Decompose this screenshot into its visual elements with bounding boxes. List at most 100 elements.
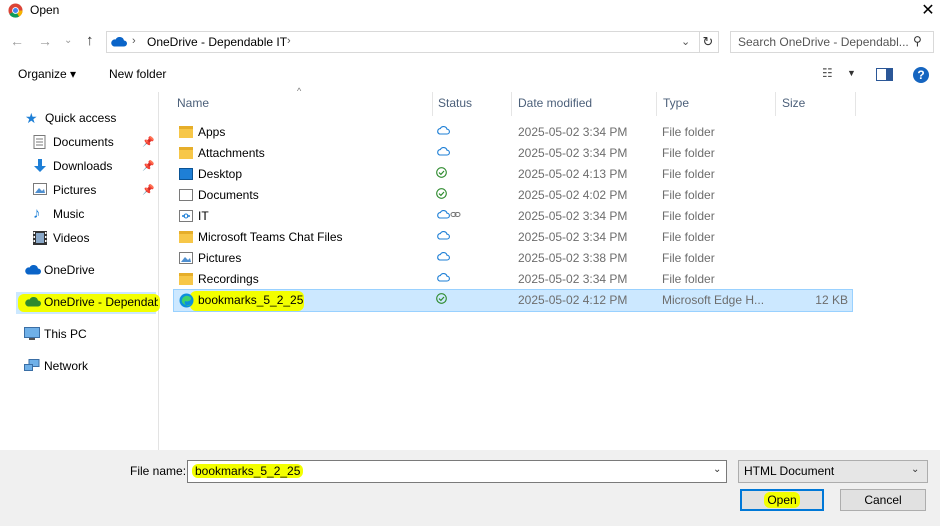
file-type: File folder xyxy=(662,167,715,181)
file-type: File folder xyxy=(662,209,715,223)
column-header-status[interactable]: Status xyxy=(438,96,472,110)
open-button[interactable]: Open xyxy=(740,489,824,511)
cloud-status-icon xyxy=(436,125,450,135)
file-row-pictures[interactable]: Pictures 2025-05-02 3:38 PM File folder xyxy=(174,248,852,269)
new-folder-button[interactable]: New folder xyxy=(109,67,166,81)
file-type-select[interactable]: HTML Document ⌄ xyxy=(738,460,928,483)
breadcrumb-onedrive-dependable-it[interactable]: OneDrive - Dependable IT xyxy=(147,35,287,49)
column-header-name[interactable]: Name xyxy=(177,96,209,110)
help-icon[interactable]: ? xyxy=(913,67,929,83)
sidebar-item-label: Network xyxy=(44,359,89,373)
organize-button[interactable]: Organize ▾ xyxy=(18,67,76,81)
column-divider[interactable] xyxy=(775,92,776,116)
file-row-microsoft-teams-chat-files[interactable]: Microsoft Teams Chat Files 2025-05-02 3:… xyxy=(174,227,852,248)
file-type-value: HTML Document xyxy=(744,464,835,478)
pictures-icon xyxy=(33,183,47,197)
search-input[interactable]: Search OneDrive - Dependabl... ⚲ xyxy=(730,31,934,53)
file-row-it[interactable]: IT 2025-05-02 3:34 PM File folder xyxy=(174,206,852,227)
window-title: Open xyxy=(30,3,60,17)
refresh-icon: ↻ xyxy=(702,34,714,49)
sort-ascending-icon: ^ xyxy=(297,86,302,96)
close-button[interactable]: ✕ xyxy=(918,0,938,20)
breadcrumb-chevron-icon[interactable]: › xyxy=(287,35,291,47)
file-name: Microsoft Teams Chat Files xyxy=(198,230,343,244)
file-row-apps[interactable]: Apps 2025-05-02 3:34 PM File folder xyxy=(174,122,852,143)
pictures-folder-icon xyxy=(179,252,193,264)
file-name-input[interactable]: bookmarks_5_2_25 ⌄ xyxy=(187,460,727,483)
folder-icon xyxy=(179,126,193,138)
onedrive-cloud-icon xyxy=(110,36,127,47)
sidebar-item-label: Documents xyxy=(53,135,114,149)
file-row-attachments[interactable]: Attachments 2025-05-02 3:34 PM File fold… xyxy=(174,143,852,164)
sidebar-item-label: OneDrive - Dependab xyxy=(44,295,158,309)
breadcrumb-chevron-icon[interactable]: › xyxy=(132,35,136,47)
folder-icon xyxy=(179,273,193,285)
column-header-type[interactable]: Type xyxy=(663,96,689,110)
refresh-button[interactable]: ↻ xyxy=(698,31,719,53)
desktop-folder-icon xyxy=(179,168,193,180)
synced-check-icon xyxy=(436,188,447,199)
cloud-status-icon xyxy=(436,251,450,261)
sidebar-item-onedrive-dependable[interactable]: OneDrive - Dependab xyxy=(24,292,158,312)
address-bar[interactable]: › OneDrive - Dependable IT › ⌄ xyxy=(106,31,700,53)
search-icon[interactable]: ⚲ xyxy=(913,34,922,48)
file-type: File folder xyxy=(662,188,715,202)
sidebar-item-label: This PC xyxy=(44,327,87,341)
column-divider[interactable] xyxy=(855,92,856,116)
file-date-modified: 2025-05-02 4:02 PM xyxy=(518,188,628,202)
file-name: Attachments xyxy=(198,146,265,160)
file-type: File folder xyxy=(662,251,715,265)
preview-pane-icon[interactable] xyxy=(876,68,893,81)
back-arrow-icon[interactable]: ← xyxy=(10,33,24,49)
search-placeholder: Search OneDrive - Dependabl... xyxy=(738,35,909,49)
music-icon: ♪ xyxy=(33,205,41,222)
chevron-down-icon[interactable]: ⌄ xyxy=(713,464,721,475)
file-name: Desktop xyxy=(198,167,243,181)
file-date-modified: 2025-05-02 3:34 PM xyxy=(518,272,628,286)
sidebar-item-label: Quick access xyxy=(45,111,117,125)
file-type: File folder xyxy=(662,272,715,286)
file-name-value[interactable]: bookmarks_5_2_25 xyxy=(192,464,304,478)
file-name: Pictures xyxy=(198,251,242,265)
file-type: File folder xyxy=(662,125,715,139)
file-type: Microsoft Edge H... xyxy=(662,293,765,307)
onedrive-cloud-icon xyxy=(24,263,41,277)
column-divider[interactable] xyxy=(656,92,657,116)
chrome-icon xyxy=(8,3,23,18)
recent-locations-chevron-icon[interactable]: ⌄ xyxy=(64,35,72,46)
pin-icon[interactable]: 📌 xyxy=(142,161,154,172)
folder-icon xyxy=(179,147,193,159)
sidebar-item-label: Music xyxy=(53,207,85,221)
chevron-down-icon[interactable]: ⌄ xyxy=(911,464,919,475)
address-dropdown-chevron-icon[interactable]: ⌄ xyxy=(681,35,690,48)
documents-icon xyxy=(33,135,47,149)
pin-icon[interactable]: 📌 xyxy=(142,185,154,196)
downloads-icon xyxy=(33,159,47,173)
file-row-documents[interactable]: Documents 2025-05-02 4:02 PM File folder xyxy=(174,185,852,206)
network-icon xyxy=(24,359,40,373)
column-header-date-modified[interactable]: Date modified xyxy=(518,96,592,110)
up-arrow-icon[interactable]: ↑ xyxy=(86,32,94,49)
file-date-modified: 2025-05-02 3:34 PM xyxy=(518,209,628,223)
onedrive-business-cloud-icon xyxy=(24,295,41,309)
file-type: File folder xyxy=(662,230,715,244)
column-divider[interactable] xyxy=(511,92,512,116)
view-options-chevron-icon[interactable]: ▼ xyxy=(847,68,856,78)
file-date-modified: 2025-05-02 4:13 PM xyxy=(518,167,628,181)
file-row-bookmarks-5-2-25[interactable]: bookmarks_5_2_25 2025-05-02 4:12 PM Micr… xyxy=(173,289,853,312)
column-header-size[interactable]: Size xyxy=(782,96,805,110)
cloud-status-icon xyxy=(436,230,450,240)
computer-icon xyxy=(24,327,40,341)
change-view-icon[interactable]: ☷ xyxy=(822,66,833,80)
file-row-desktop[interactable]: Desktop 2025-05-02 4:13 PM File folder xyxy=(174,164,852,185)
sidebar-item-label: Downloads xyxy=(53,159,113,173)
column-divider[interactable] xyxy=(432,92,433,116)
cancel-button[interactable]: Cancel xyxy=(840,489,926,511)
edge-html-file-icon xyxy=(179,293,194,308)
file-row-recordings[interactable]: Recordings 2025-05-02 3:34 PM File folde… xyxy=(174,269,852,290)
star-icon: ★ xyxy=(25,110,38,126)
file-date-modified: 2025-05-02 3:34 PM xyxy=(518,125,628,139)
pin-icon[interactable]: 📌 xyxy=(142,137,154,148)
forward-arrow-icon[interactable]: → xyxy=(38,33,52,49)
sidebar-item-label: Pictures xyxy=(53,183,97,197)
